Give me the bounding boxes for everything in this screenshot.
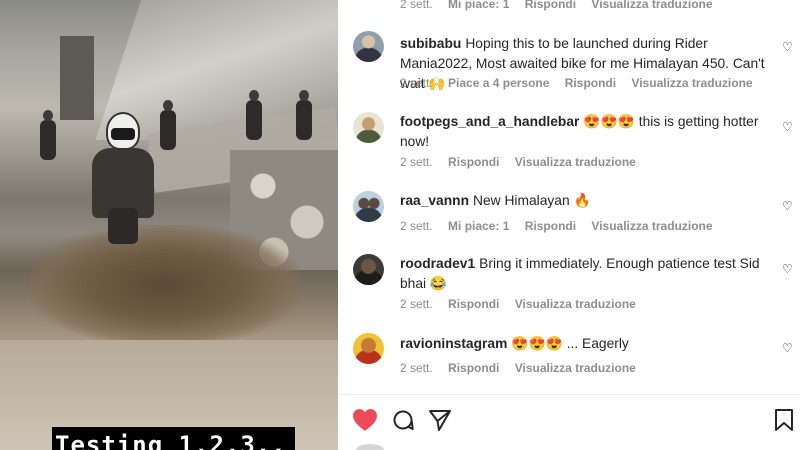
comment-username[interactable]: roodradev1: [400, 256, 475, 271]
translate-button[interactable]: Visualizza traduzione: [631, 76, 752, 90]
background-rider: [160, 100, 176, 150]
water-splash: [30, 225, 300, 345]
comment-text: raa_vannn New Himalayan 🔥: [400, 191, 776, 211]
comment-time[interactable]: 2 sett.: [400, 297, 433, 311]
reply-button[interactable]: Rispondi: [525, 219, 576, 233]
comment-text: ravioninstagram 😍😍😍 ... Eagerly: [400, 334, 776, 354]
heart-outline-icon[interactable]: ♡: [782, 121, 794, 133]
comment-icon[interactable]: [390, 408, 416, 434]
background-rider: [40, 110, 56, 160]
comment-username[interactable]: ravioninstagram: [400, 336, 507, 351]
comment-likes[interactable]: Mi piace: 1: [448, 219, 509, 233]
comment-text: roodradev1 Bring it immediately. Enough p…: [400, 254, 776, 294]
translate-button[interactable]: Visualizza traduzione: [515, 361, 636, 375]
heart-filled-icon[interactable]: [352, 408, 378, 434]
translate-button[interactable]: Visualizza traduzione: [591, 0, 712, 11]
comment-body: New Himalayan 🔥: [473, 193, 591, 208]
comment-time[interactable]: 2 sett.: [400, 219, 433, 233]
comment-meta: 2 sett. Mi piace: 1 Rispondi Visualizza …: [400, 219, 725, 233]
lead-rider: [92, 112, 154, 244]
bookmark-icon[interactable]: [771, 408, 797, 434]
divider: [338, 394, 800, 395]
reply-button[interactable]: Rispondi: [448, 361, 499, 375]
comment-time[interactable]: 2 sett.: [400, 76, 433, 90]
background-rider: [246, 90, 262, 140]
share-icon[interactable]: [427, 408, 453, 434]
comment-meta: 2 sett. Rispondi Visualizza traduzione: [400, 155, 648, 169]
comment-time[interactable]: 2 sett.: [400, 155, 433, 169]
avatar[interactable]: [353, 333, 384, 364]
comment-meta: 2 sett. Rispondi Visualizza traduzione: [400, 297, 648, 311]
comment-meta: 2 sett. Mi piace: 1 Rispondi Visualizza …: [400, 0, 725, 11]
comment-time[interactable]: 2 sett.: [400, 0, 433, 11]
comment-username[interactable]: raa_vannn: [400, 193, 469, 208]
comment-meta: 2 sett. Piace a 4 persone Rispondi Visua…: [400, 76, 765, 90]
comment-time[interactable]: 2 sett.: [400, 361, 433, 375]
avatar[interactable]: [353, 191, 384, 222]
heart-outline-icon[interactable]: ♡: [782, 200, 794, 212]
comment-username[interactable]: subibabu: [400, 36, 461, 51]
heart-outline-icon[interactable]: ♡: [782, 342, 794, 354]
comment-username[interactable]: footpegs_and_a_handlebar: [400, 114, 579, 129]
comment-likes[interactable]: Piace a 4 persone: [448, 76, 549, 90]
comment-body: 😍😍😍 ... Eagerly: [511, 336, 629, 351]
post-media[interactable]: Testing 1,2,3..: [0, 0, 338, 450]
comment-meta: 2 sett. Rispondi Visualizza traduzione: [400, 361, 648, 375]
stone-tower: [60, 36, 94, 120]
comments-panel: 2 sett. Mi piace: 1 Rispondi Visualizza …: [338, 0, 800, 450]
reply-button[interactable]: Rispondi: [448, 297, 499, 311]
reply-button[interactable]: Rispondi: [565, 76, 616, 90]
heart-outline-icon[interactable]: ♡: [782, 41, 794, 53]
avatar[interactable]: [356, 444, 384, 450]
reply-button[interactable]: Rispondi: [448, 155, 499, 169]
comment-text: footpegs_and_a_handlebar 😍😍😍 this is gett…: [400, 112, 776, 152]
translate-button[interactable]: Visualizza traduzione: [515, 297, 636, 311]
translate-button[interactable]: Visualizza traduzione: [515, 155, 636, 169]
action-bar: [338, 400, 800, 440]
comment-likes[interactable]: Mi piace: 1: [448, 0, 509, 11]
reply-button[interactable]: Rispondi: [525, 0, 576, 11]
translate-button[interactable]: Visualizza traduzione: [591, 219, 712, 233]
avatar[interactable]: [353, 31, 384, 62]
heart-outline-icon[interactable]: ♡: [782, 263, 794, 275]
avatar[interactable]: [353, 254, 384, 285]
avatar[interactable]: [353, 112, 384, 143]
media-caption: Testing 1,2,3..: [52, 427, 295, 450]
background-rider: [296, 90, 312, 140]
